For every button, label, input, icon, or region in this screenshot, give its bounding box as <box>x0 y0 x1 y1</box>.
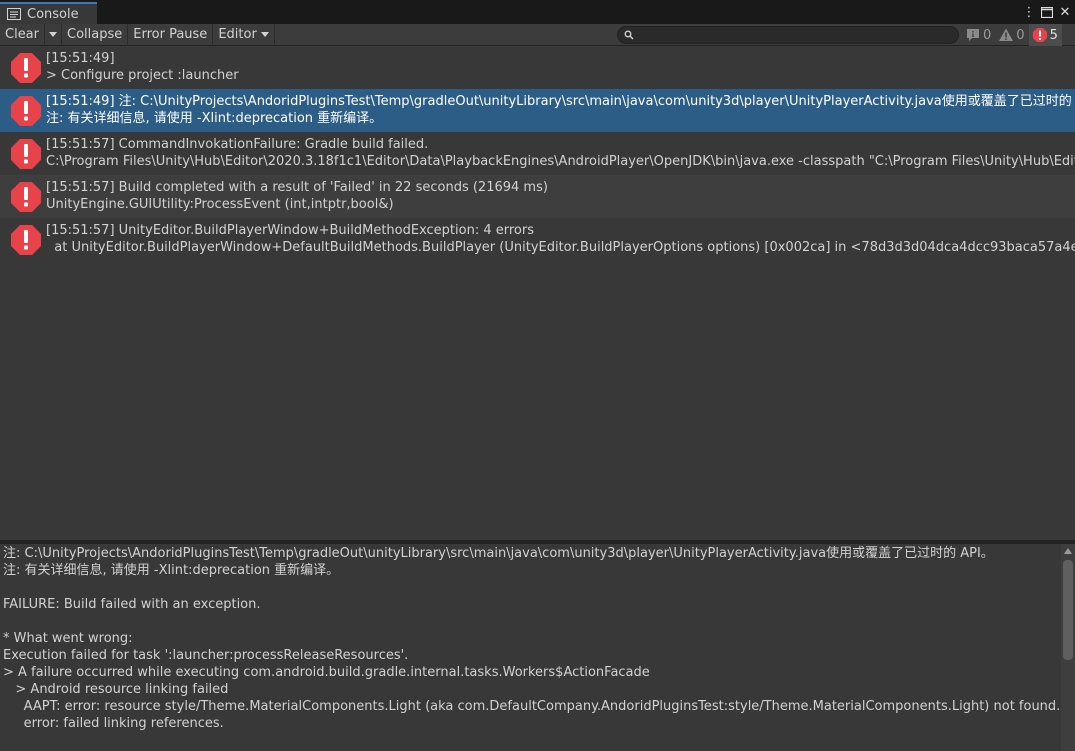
tab-console[interactable]: Console <box>0 2 97 24</box>
log-entry[interactable]: [15:51:57] Build completed with a result… <box>0 175 1075 218</box>
detail-line: > Android resource linking failed <box>3 682 229 697</box>
log-entry[interactable]: [15:51:57] CommandInvokationFailure: Gra… <box>0 132 1075 175</box>
log-entry-line1: [15:51:57] CommandInvokationFailure: Gra… <box>46 137 429 152</box>
error-icon <box>11 139 41 169</box>
search-field[interactable] <box>617 26 959 44</box>
detail-line: AAPT: error: resource style/Theme.Materi… <box>3 699 1061 714</box>
error-count: 5 <box>1049 27 1058 43</box>
clear-button[interactable]: Clear <box>0 23 45 46</box>
window-controls: ⋮ ✕ <box>1023 3 1071 21</box>
log-entry-line2: 注: 有关详细信息, 请使用 -Xlint:deprecation 重新编译。 <box>46 111 383 126</box>
more-options-icon[interactable]: ⋮ <box>1023 4 1036 20</box>
scroll-up-icon[interactable] <box>1064 548 1072 554</box>
error-filter-toggle[interactable]: 5 <box>1028 24 1062 46</box>
log-entry-line2: UnityEngine.GUIUtility:ProcessEvent (int… <box>46 197 394 212</box>
collapse-toggle[interactable]: Collapse <box>62 23 129 46</box>
info-filter-toggle[interactable]: 0 <box>962 24 995 46</box>
log-entry-line1: [15:51:49] <box>46 51 115 66</box>
search-input[interactable] <box>638 27 948 43</box>
detail-line: 注: 有关详细信息, 请使用 -Xlint:deprecation 重新编译。 <box>3 563 340 578</box>
detail-line: FAILURE: Build failed with an exception. <box>3 597 261 612</box>
window-tab-bar: Console ⋮ ✕ <box>0 0 1075 24</box>
scrollbar-thumb[interactable] <box>1063 560 1073 660</box>
error-icon <box>1032 28 1047 42</box>
error-pause-toggle[interactable]: Error Pause <box>128 23 214 46</box>
log-entry-line1: [15:51:57] UnityEditor.BuildPlayerWindow… <box>46 223 534 238</box>
console-icon <box>7 8 21 20</box>
warning-filter-toggle[interactable]: 0 <box>995 24 1028 46</box>
search-icon <box>624 30 634 40</box>
log-counters: 0 0 5 <box>962 24 1062 46</box>
detail-line: 注: C:\UnityProjects\AndoridPluginsTest\T… <box>3 546 994 561</box>
log-entry-line2: C:\Program Files\Unity\Hub\Editor\2020.3… <box>46 154 1075 169</box>
error-icon <box>11 182 41 212</box>
detail-line: * What went wrong: <box>3 631 133 646</box>
error-icon <box>11 53 41 83</box>
detail-line: > A failure occurred while executing com… <box>3 665 650 680</box>
log-entry-line1: [15:51:57] Build completed with a result… <box>46 180 548 195</box>
chevron-down-icon <box>49 32 57 37</box>
maximize-icon[interactable] <box>1041 4 1053 20</box>
tab-console-label: Console <box>27 6 79 22</box>
log-entry[interactable]: [15:51:57] UnityEditor.BuildPlayerWindow… <box>0 218 1075 261</box>
editor-dropdown[interactable]: Editor <box>213 23 275 46</box>
log-entry-line2: at UnityEditor.BuildPlayerWindow+Default… <box>46 240 1075 255</box>
info-icon <box>967 29 979 41</box>
clear-options-dropdown[interactable] <box>45 23 62 46</box>
warning-count: 0 <box>1016 27 1025 43</box>
log-entry-line1: [15:51:49] 注: C:\UnityProjects\AndoridPl… <box>46 94 1075 109</box>
error-icon <box>11 225 41 255</box>
warning-icon <box>999 28 1014 41</box>
info-count: 0 <box>983 27 992 43</box>
console-toolbar: Clear Collapse Error Pause Editor 0 0 5 <box>0 23 1075 46</box>
editor-dropdown-label: Editor <box>218 27 257 42</box>
chevron-down-icon <box>260 32 269 37</box>
log-list[interactable]: [15:51:49] > Configure project :launcher… <box>0 46 1075 540</box>
detail-line: Execution failed for task ':launcher:pro… <box>3 648 409 663</box>
log-entry[interactable]: [15:51:49] > Configure project :launcher <box>0 46 1075 89</box>
details-scrollbar[interactable] <box>1061 544 1075 751</box>
detail-line: error: failed linking references. <box>3 716 224 731</box>
error-icon <box>11 96 41 126</box>
log-entry-line2: > Configure project :launcher <box>46 68 239 83</box>
log-entry-selected[interactable]: [15:51:49] 注: C:\UnityProjects\AndoridPl… <box>0 89 1075 132</box>
close-icon[interactable]: ✕ <box>1059 4 1071 20</box>
log-details-pane[interactable]: 注: C:\UnityProjects\AndoridPluginsTest\T… <box>0 544 1061 751</box>
